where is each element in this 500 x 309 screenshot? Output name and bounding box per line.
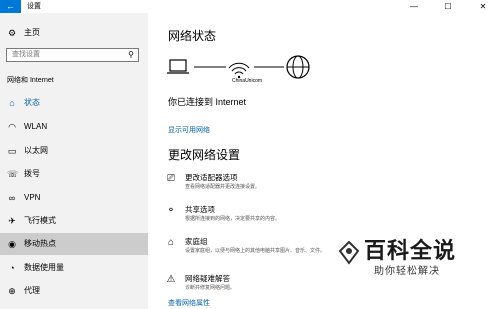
- wifi-icon: ◠: [8, 122, 16, 132]
- show-networks-link[interactable]: 显示可用网络: [168, 125, 210, 135]
- view-properties-link[interactable]: 查看网络属性: [168, 298, 210, 308]
- data-usage-icon: ◔: [9, 263, 15, 273]
- minimize-button[interactable]: —: [397, 0, 431, 13]
- watermark-logo-icon: [338, 241, 360, 265]
- option-sharing[interactable]: ⚬ 共享选项 根据所连接到的网络，决定要共享的内容。: [164, 204, 464, 230]
- maximize-button[interactable]: ☐: [431, 0, 465, 13]
- watermark-slogan: 助你轻松解决: [374, 266, 440, 277]
- sidebar-item-airplane[interactable]: ✈ 飞行模式: [0, 210, 148, 232]
- close-button[interactable]: ✕: [466, 0, 500, 13]
- title-bar: ← 设置 — ☐ ✕: [0, 0, 500, 13]
- back-button[interactable]: ←: [0, 0, 21, 13]
- adapter-icon: ⎚: [167, 173, 175, 184]
- warning-icon: ⚠: [166, 274, 176, 285]
- phone-icon: ☏: [7, 169, 19, 179]
- network-name: ChinaUnicom: [232, 78, 263, 84]
- sidebar-item-proxy[interactable]: ⊕ 代理: [0, 280, 148, 302]
- arrow-left-icon: ←: [6, 1, 15, 11]
- search-icon: ⚲: [128, 50, 134, 59]
- option-adapter[interactable]: ⎚ 更改适配器选项 查看网络适配器并更改连接设置。: [164, 172, 464, 198]
- change-settings-heading: 更改网络设置: [168, 148, 241, 162]
- homegroup-icon: ⌂: [167, 237, 175, 248]
- sidebar-item-data-usage[interactable]: ◔ 数据使用量: [0, 257, 148, 279]
- sidebar-item-dialup[interactable]: ☏ 拨号: [0, 163, 148, 185]
- sidebar-item-wlan[interactable]: ◠ WLAN: [0, 116, 148, 138]
- connection-status: 你已连接到 Internet: [168, 97, 247, 107]
- airplane-icon: ✈: [8, 216, 16, 226]
- network-diagram: ChinaUnicom: [166, 55, 326, 91]
- vpn-icon: ∞: [8, 193, 16, 203]
- globe-icon: ⊕: [8, 286, 16, 296]
- gear-icon: ⚙: [7, 28, 17, 38]
- search-input[interactable]: 查找设置 ⚲: [6, 48, 139, 62]
- sidebar-item-status[interactable]: ⌂ 状态: [0, 92, 148, 114]
- home-status-icon: ⌂: [9, 98, 15, 108]
- hotspot-icon: ◉: [8, 239, 16, 249]
- search-placeholder: 查找设置: [12, 51, 40, 58]
- sidebar-item-home[interactable]: ⚙ 主页: [0, 22, 148, 44]
- watermark-brand: 百科全说: [364, 238, 457, 263]
- sidebar-item-vpn[interactable]: ∞ VPN: [0, 187, 148, 209]
- network-status-heading: 网络状态: [168, 29, 217, 43]
- share-icon: ⚬: [166, 205, 176, 216]
- sidebar-item-hotspot[interactable]: ◉ 移动热点: [0, 233, 148, 255]
- sidebar-item-ethernet[interactable]: ▭ 以太网: [0, 140, 148, 162]
- internet-globe-icon: [286, 55, 310, 79]
- sidebar-section-title: 网络和 Internet: [7, 77, 54, 84]
- window-title: 设置: [27, 3, 41, 10]
- laptop-icon: [167, 59, 189, 74]
- wifi-signal-icon: [228, 62, 250, 79]
- ethernet-icon: ▭: [7, 146, 17, 156]
